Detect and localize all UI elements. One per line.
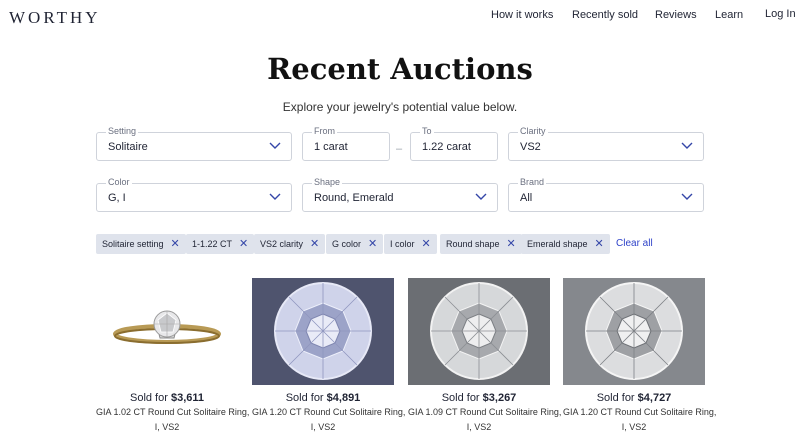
- sold-label: Sold for: [285, 392, 327, 404]
- close-icon[interactable]: ✕: [507, 238, 516, 250]
- auction-card[interactable]: Sold for $3,611 GIA 1.02 CT Round Cut So…: [96, 278, 250, 434]
- ring-image[interactable]: [96, 278, 238, 385]
- diamond-image[interactable]: [563, 278, 705, 385]
- item-grade: I, VS2: [621, 422, 647, 432]
- chip-carat-range[interactable]: 1-1.22 CT ✕: [186, 234, 255, 254]
- item-grade: I, VS2: [154, 422, 180, 432]
- brand-value: All: [520, 192, 533, 204]
- chevron-down-icon: [681, 193, 693, 200]
- login-link[interactable]: Log In: [765, 8, 796, 20]
- chip-label: Emerald shape: [527, 239, 588, 249]
- sold-label: Sold for: [441, 392, 483, 404]
- nav-how-it-works[interactable]: How it works: [491, 9, 553, 21]
- shape-select[interactable]: Shape Round, Emerald: [302, 176, 498, 212]
- item-description: GIA 1.20 CT Round Cut Solitaire Ring,: [563, 407, 717, 417]
- top-nav: WORTHY How it works Recently sold Review…: [0, 0, 800, 32]
- chip-g-color[interactable]: G color ✕: [326, 234, 384, 254]
- close-icon[interactable]: ✕: [310, 238, 319, 250]
- color-value: G, I: [108, 192, 126, 204]
- nav-reviews[interactable]: Reviews: [655, 9, 697, 21]
- sold-price: $3,267: [482, 392, 517, 404]
- color-select[interactable]: Color G, I: [96, 176, 292, 212]
- clarity-value: VS2: [520, 141, 541, 153]
- from-label: From: [312, 125, 337, 137]
- chip-vs2-clarity[interactable]: VS2 clarity ✕: [254, 234, 326, 254]
- shape-value: Round, Emerald: [314, 192, 394, 204]
- worthy-logo[interactable]: WORTHY: [9, 8, 101, 28]
- sold-price-line: Sold for $3,611: [96, 392, 238, 404]
- item-description: GIA 1.20 CT Round Cut Solitaire Ring,: [252, 407, 406, 417]
- sold-price-line: Sold for $4,891: [252, 392, 394, 404]
- chip-label: VS2 clarity: [260, 239, 304, 249]
- sold-price-line: Sold for $4,727: [563, 392, 705, 404]
- auction-card[interactable]: Sold for $3,267 GIA 1.09 CT Round Cut So…: [408, 278, 562, 434]
- brand-label: Brand: [518, 176, 547, 188]
- shape-label: Shape: [312, 176, 343, 188]
- chip-round-shape[interactable]: Round shape ✕: [440, 234, 522, 254]
- close-icon[interactable]: ✕: [595, 238, 604, 250]
- from-value: 1 carat: [314, 141, 348, 153]
- chip-i-color[interactable]: I color ✕: [384, 234, 437, 254]
- to-label: To: [420, 125, 434, 137]
- chip-emerald-shape[interactable]: Emerald shape ✕: [521, 234, 610, 254]
- chip-label: Solitaire setting: [102, 239, 164, 249]
- close-icon[interactable]: ✕: [171, 238, 180, 250]
- clarity-select[interactable]: Clarity VS2: [508, 125, 704, 161]
- close-icon[interactable]: ✕: [422, 238, 431, 250]
- chevron-down-icon: [269, 193, 281, 200]
- chevron-down-icon: [269, 142, 281, 149]
- item-grade: I, VS2: [310, 422, 336, 432]
- diamond-image[interactable]: [408, 278, 550, 385]
- chevron-down-icon: [681, 142, 693, 149]
- page-subtitle: Explore your jewelry's potential value b…: [282, 100, 518, 114]
- carat-to-input[interactable]: To 1.22 carat: [410, 125, 498, 161]
- to-value: 1.22 carat: [422, 141, 471, 153]
- carat-from-input[interactable]: From 1 carat: [302, 125, 390, 161]
- auction-card[interactable]: Sold for $4,891 GIA 1.20 CT Round Cut So…: [252, 278, 406, 434]
- sold-price: $4,891: [326, 392, 361, 404]
- diamond-image[interactable]: [252, 278, 394, 385]
- sold-price-line: Sold for $3,267: [408, 392, 550, 404]
- setting-select[interactable]: Setting Solitaire: [96, 125, 292, 161]
- sold-label: Sold for: [596, 392, 638, 404]
- sold-label: Sold for: [129, 392, 171, 404]
- page-title: Recent Auctions: [267, 52, 533, 86]
- close-icon[interactable]: ✕: [368, 238, 377, 250]
- nav-learn[interactable]: Learn: [715, 9, 743, 21]
- chip-label: G color: [332, 239, 362, 249]
- chevron-down-icon: [475, 193, 487, 200]
- color-label: Color: [106, 176, 132, 188]
- chip-label: Round shape: [446, 239, 500, 249]
- chip-solitaire-setting[interactable]: Solitaire setting ✕: [96, 234, 186, 254]
- item-description: GIA 1.09 CT Round Cut Solitaire Ring,: [408, 407, 562, 417]
- setting-label: Setting: [106, 125, 139, 137]
- brand-select[interactable]: Brand All: [508, 176, 704, 212]
- chip-label: I color: [390, 239, 415, 249]
- sold-price: $3,611: [170, 392, 204, 404]
- setting-value: Solitaire: [108, 141, 148, 153]
- chip-label: 1-1.22 CT: [192, 239, 233, 249]
- range-dash: –: [396, 143, 403, 155]
- close-icon[interactable]: ✕: [239, 238, 248, 250]
- auction-card[interactable]: Sold for $4,727 GIA 1.20 CT Round Cut So…: [563, 278, 717, 434]
- clear-all-link[interactable]: Clear all: [616, 238, 653, 249]
- item-description: GIA 1.02 CT Round Cut Solitaire Ring,: [96, 407, 250, 417]
- sold-price: $4,727: [637, 392, 672, 404]
- item-grade: I, VS2: [466, 422, 492, 432]
- clarity-label: Clarity: [518, 125, 548, 137]
- nav-recently-sold[interactable]: Recently sold: [572, 9, 638, 21]
